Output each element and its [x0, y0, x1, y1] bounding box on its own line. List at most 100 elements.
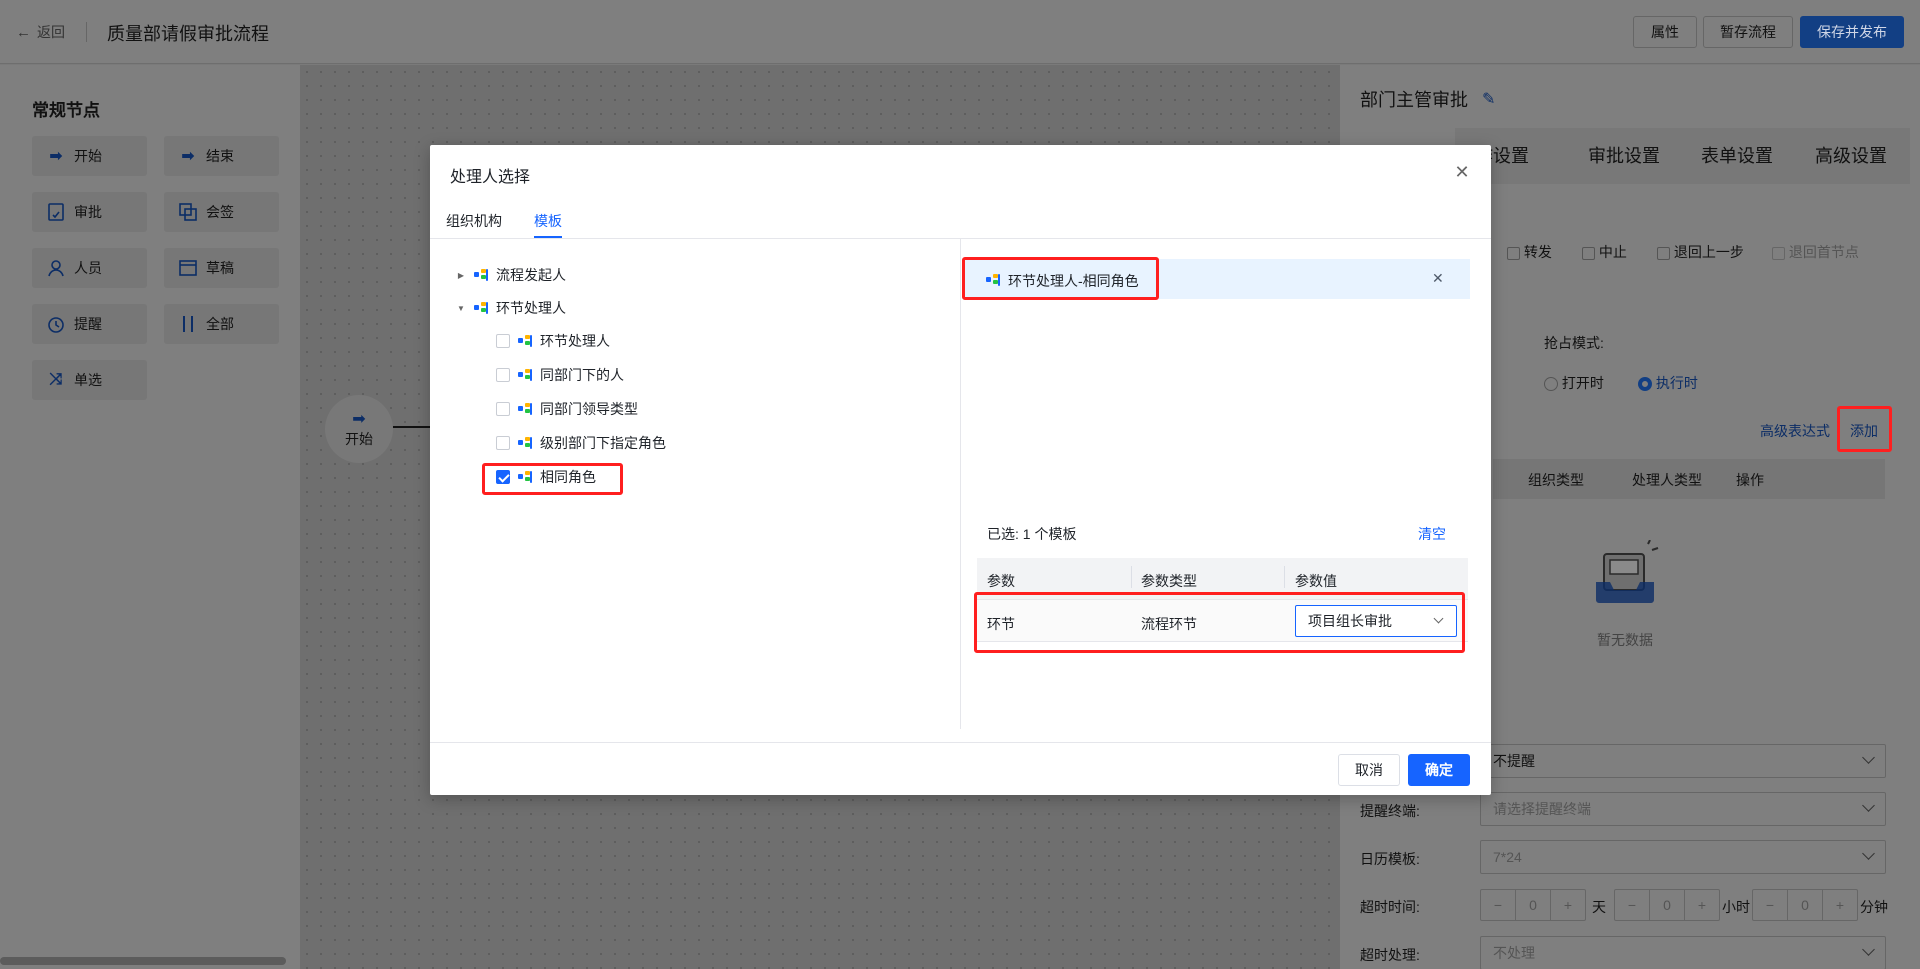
- timeout-handle-label: 超时处理:: [1360, 947, 1420, 963]
- stepper-value[interactable]: 0: [1787, 890, 1823, 920]
- caret-down-icon[interactable]: ▼: [456, 303, 466, 313]
- node-person[interactable]: 人员: [32, 248, 147, 288]
- calendar-select[interactable]: 7*24: [1480, 840, 1886, 874]
- horizontal-scrollbar[interactable]: [0, 957, 286, 965]
- node-label: 会签: [206, 204, 234, 220]
- tab-organization[interactable]: 组织机构: [446, 211, 502, 231]
- node-all[interactable]: 全部: [164, 304, 279, 344]
- clear-button[interactable]: 清空: [1418, 524, 1446, 544]
- th-param-type: 参数类型: [1141, 573, 1197, 589]
- action-return-prev[interactable]: 退回上一步: [1657, 242, 1744, 262]
- back-button[interactable]: ← 返回: [16, 22, 65, 42]
- action-label: 转发: [1523, 244, 1552, 260]
- org-node-icon: [518, 403, 532, 415]
- confirm-button[interactable]: 确定: [1408, 754, 1470, 786]
- node-label: 单选: [74, 372, 102, 388]
- tree-checkbox[interactable]: [496, 334, 510, 348]
- unit-minute: 分钟: [1860, 899, 1888, 915]
- empty-inbox-icon: [1590, 539, 1660, 615]
- return-first-checkbox[interactable]: [1772, 246, 1785, 260]
- canvas-start-node[interactable]: ➡ 开始: [325, 395, 393, 463]
- node-label: 开始: [74, 148, 102, 164]
- preempt-label: 抢占模式:: [1544, 335, 1604, 351]
- save-draft-button[interactable]: 暂存流程: [1703, 16, 1793, 48]
- chevron-down-icon: [1862, 943, 1875, 956]
- page-title: 质量部请假审批流程: [107, 24, 269, 44]
- th-org-type: 组织类型: [1528, 472, 1584, 488]
- node-reminder[interactable]: 提醒: [32, 304, 147, 344]
- tab-form-settings[interactable]: 表单设置: [1701, 142, 1773, 168]
- radio-exec[interactable]: 执行时: [1638, 373, 1698, 393]
- remove-selected-icon[interactable]: ✕: [1432, 270, 1444, 287]
- draft-icon: [178, 258, 198, 278]
- tree-leaf-level-dept-role[interactable]: 级别部门下指定角色: [496, 430, 666, 456]
- node-countersign[interactable]: 会签: [164, 192, 279, 232]
- return-prev-checkbox[interactable]: [1657, 246, 1670, 260]
- minus-icon[interactable]: −: [1615, 897, 1649, 913]
- tree-checkbox[interactable]: [496, 402, 510, 416]
- forward-checkbox[interactable]: [1507, 246, 1520, 260]
- node-draft[interactable]: 草稿: [164, 248, 279, 288]
- node-start[interactable]: ➡ 开始: [32, 136, 147, 176]
- org-node-icon: [518, 437, 532, 449]
- minus-icon[interactable]: −: [1481, 897, 1515, 913]
- remind-select[interactable]: 不提醒: [1480, 744, 1886, 778]
- tree-checkbox[interactable]: [496, 368, 510, 382]
- node-label: 草稿: [206, 260, 234, 276]
- plus-icon[interactable]: +: [1685, 897, 1719, 913]
- tab-approval-settings[interactable]: 审批设置: [1588, 142, 1660, 168]
- column-divider: [1131, 566, 1132, 588]
- dialog-title: 处理人选择: [450, 169, 531, 186]
- timeout-handle-select[interactable]: 不处理: [1480, 936, 1886, 969]
- tree-leaf-same-dept[interactable]: 同部门下的人: [496, 362, 624, 388]
- abort-checkbox[interactable]: [1582, 246, 1595, 260]
- footer-divider: [430, 742, 1491, 743]
- timeout-minutes-stepper[interactable]: −0 +: [1752, 889, 1858, 921]
- remind-terminal-select[interactable]: 请选择提醒终端: [1480, 792, 1886, 826]
- action-abort[interactable]: 中止: [1582, 242, 1627, 262]
- properties-button[interactable]: 属性: [1633, 16, 1697, 48]
- save-publish-button[interactable]: 保存并发布: [1800, 16, 1904, 48]
- tree-checkbox[interactable]: [496, 436, 510, 450]
- caret-right-icon[interactable]: ▶: [456, 270, 466, 280]
- advanced-expression-link[interactable]: 高级表达式: [1760, 421, 1830, 441]
- column-divider: [1284, 566, 1285, 588]
- tree-leaf-step-handler[interactable]: 环节处理人: [496, 328, 610, 354]
- cancel-button[interactable]: 取消: [1338, 754, 1400, 786]
- radio-exec-dot[interactable]: [1638, 377, 1652, 392]
- timeout-days-stepper[interactable]: −0 +: [1480, 889, 1586, 921]
- timeout-hours-stepper[interactable]: −0 +: [1614, 889, 1720, 921]
- edit-pencil-icon[interactable]: ✎: [1482, 89, 1495, 109]
- node-approval[interactable]: 审批: [32, 192, 147, 232]
- plus-icon[interactable]: +: [1551, 897, 1585, 913]
- timeout-handle-value: 不处理: [1493, 945, 1535, 961]
- node-label: 结束: [206, 148, 234, 164]
- stepper-value[interactable]: 0: [1515, 890, 1551, 920]
- radio-open[interactable]: 打开时: [1544, 373, 1604, 393]
- tree-leaf-same-dept-leader[interactable]: 同部门领导类型: [496, 396, 638, 422]
- action-forward[interactable]: 转发: [1507, 242, 1552, 262]
- plus-icon[interactable]: +: [1823, 897, 1857, 913]
- panel-divider: [960, 239, 961, 729]
- remind-terminal-placeholder: 请选择提醒终端: [1493, 801, 1591, 817]
- arrow-end-icon: ➡: [181, 148, 195, 165]
- node-single-choice[interactable]: ⤨ 单选: [32, 360, 147, 400]
- radio-label: 打开时: [1561, 375, 1604, 391]
- shuffle-icon: ⤨: [49, 371, 63, 388]
- close-icon[interactable]: ✕: [1452, 162, 1472, 182]
- tree-node-step-handler[interactable]: ▼ 环节处理人: [456, 295, 566, 321]
- highlight-same-role: [482, 463, 623, 495]
- calendar-value: 7*24: [1493, 849, 1522, 865]
- tree-node-initiator[interactable]: ▶ 流程发起人: [456, 262, 566, 288]
- divider: [86, 22, 87, 42]
- tab-advanced-settings[interactable]: 高级设置: [1815, 142, 1887, 168]
- th-operation: 操作: [1736, 472, 1764, 488]
- timeout-label: 超时时间:: [1360, 899, 1420, 915]
- tab-template[interactable]: 模板: [534, 211, 562, 231]
- node-end[interactable]: ➡ 结束: [164, 136, 279, 176]
- palette-title: 常规节点: [32, 101, 100, 120]
- radio-open-dot[interactable]: [1544, 377, 1558, 392]
- minus-icon[interactable]: −: [1753, 897, 1787, 913]
- action-return-first[interactable]: 退回首节点: [1772, 242, 1859, 262]
- stepper-value[interactable]: 0: [1649, 890, 1685, 920]
